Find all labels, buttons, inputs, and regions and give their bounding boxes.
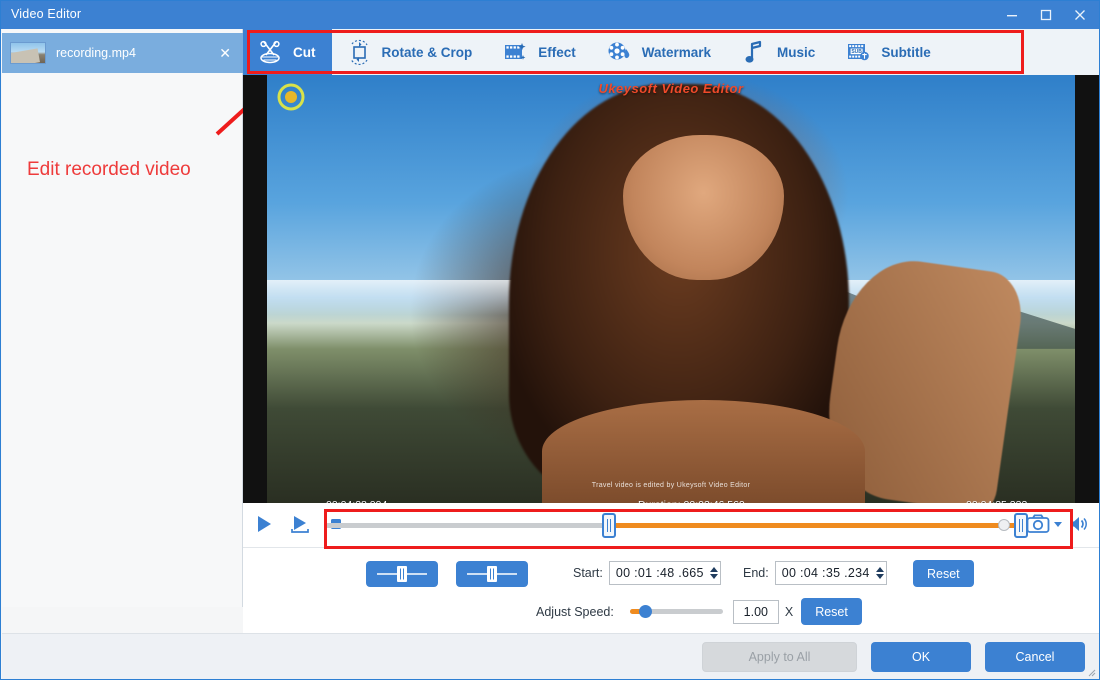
app-logo-icon <box>277 83 305 111</box>
slider-playhead[interactable] <box>998 519 1010 531</box>
close-icon <box>1075 10 1085 20</box>
slider-selection-range[interactable] <box>608 523 1020 528</box>
scissors-icon <box>255 37 285 67</box>
end-time-stepper[interactable] <box>875 566 884 580</box>
title-bar: Video Editor <box>1 1 1099 29</box>
tab-subtitle[interactable]: SUB Subtitle <box>831 29 947 75</box>
window-controls <box>995 1 1097 29</box>
tab-label: Music <box>777 44 816 60</box>
file-name-label: recording.mp4 <box>56 46 136 60</box>
chevron-down-icon[interactable] <box>1054 521 1062 527</box>
stepper-up-icon[interactable] <box>875 567 884 572</box>
tab-effect[interactable]: Effect <box>488 29 592 75</box>
tab-label: Effect <box>538 44 576 60</box>
end-time-input[interactable]: 00 :04 :35 .234 <box>774 561 887 585</box>
maximize-button[interactable] <box>1029 2 1063 28</box>
subtitle-icon: SUB <box>843 37 873 67</box>
video-thumbnail <box>10 42 46 64</box>
speed-value-input[interactable]: 1.00 <box>732 599 779 624</box>
stepper-down-icon[interactable] <box>875 574 884 579</box>
film-sparkle-icon <box>500 37 530 67</box>
tab-rotate-crop[interactable]: Rotate & Crop <box>332 29 489 75</box>
speed-unit-label: X <box>784 604 794 619</box>
adjust-speed-group: Adjust Speed: 1.00 X Reset <box>536 598 862 625</box>
cancel-button[interactable]: Cancel <box>985 642 1085 672</box>
play-selection-icon <box>291 516 309 533</box>
video-frame: Ukeysoft Video Editor Travel video is ed… <box>267 75 1075 503</box>
adjust-speed-label: Adjust Speed: <box>536 604 614 619</box>
start-time-label: Start: <box>573 566 603 580</box>
watermark-bottom-text: Travel video is edited by Ukeysoft Video… <box>591 482 751 489</box>
cut-controls-panel: Start: 00 :01 :48 .665 End: 00 :04 :35 .… <box>243 548 1099 633</box>
tab-label: Cut <box>293 44 316 60</box>
footer-buttons: Apply to All OK Cancel <box>702 642 1085 672</box>
end-time-field-group: End: 00 :04 :35 .234 <box>743 561 887 585</box>
crop-rotate-icon <box>344 37 374 67</box>
tab-music[interactable]: Music <box>727 29 831 75</box>
volume-button[interactable] <box>1064 510 1092 538</box>
end-time-label: End: <box>743 566 769 580</box>
stepper-up-icon[interactable] <box>709 567 718 572</box>
tab-watermark[interactable]: Watermark <box>592 29 727 75</box>
preview-tools <box>1024 510 1092 538</box>
tab-cut[interactable]: Cut <box>243 29 332 75</box>
start-time-field-group: Start: 00 :01 :48 .665 <box>573 561 721 585</box>
minimize-icon <box>1007 15 1017 17</box>
annotation-label: Edit recorded video <box>27 159 191 180</box>
start-time-input[interactable]: 00 :01 :48 .665 <box>608 561 721 585</box>
volume-icon <box>1070 517 1087 531</box>
speed-value: 1.00 <box>743 604 769 619</box>
start-time-stepper[interactable] <box>709 566 718 580</box>
music-note-icon <box>739 37 769 67</box>
video-editor-window: Video Editor recording.mp4 ✕ Edit record… <box>0 0 1100 680</box>
dialog-footer: Apply to All OK Cancel <box>2 633 1099 679</box>
svg-text:SUB: SUB <box>852 49 863 55</box>
media-list-panel: recording.mp4 ✕ Edit recorded video <box>2 29 243 607</box>
trim-slider[interactable] <box>326 511 1028 539</box>
reset-trim-button[interactable]: Reset <box>913 560 974 587</box>
set-end-marker-button[interactable] <box>456 561 528 587</box>
reset-speed-button[interactable]: Reset <box>801 598 862 625</box>
snapshot-button[interactable] <box>1024 510 1052 538</box>
play-button[interactable] <box>251 511 277 537</box>
editor-tab-bar: Cut Rotate & Crop Effect Watermark Music… <box>243 29 1099 75</box>
speed-slider-knob[interactable] <box>638 605 652 618</box>
speed-slider[interactable] <box>629 605 723 618</box>
ok-button[interactable]: OK <box>871 642 971 672</box>
end-time-value: 00 :04 :35 .234 <box>781 566 870 580</box>
split-marker-icon <box>467 566 517 582</box>
window-title: Video Editor <box>11 7 82 21</box>
start-time-value: 00 :01 :48 .665 <box>615 566 704 580</box>
transport-bar <box>243 503 1099 548</box>
apply-to-all-button[interactable]: Apply to All <box>702 642 857 672</box>
trim-start-handle[interactable] <box>602 513 616 538</box>
list-item[interactable]: recording.mp4 ✕ <box>2 33 243 73</box>
stepper-down-icon[interactable] <box>709 574 718 579</box>
watermark-icon <box>604 37 634 67</box>
set-start-marker-button[interactable] <box>366 561 438 587</box>
resize-grip-icon[interactable] <box>1086 667 1096 677</box>
split-marker-icon <box>377 566 427 582</box>
tab-label: Watermark <box>641 44 712 60</box>
close-button[interactable] <box>1063 2 1097 28</box>
watermark-top-text: Ukeysoft Video Editor <box>598 81 744 96</box>
maximize-icon <box>1040 9 1052 21</box>
remove-file-icon[interactable]: ✕ <box>215 46 235 60</box>
video-preview[interactable]: Ukeysoft Video Editor Travel video is ed… <box>243 75 1099 503</box>
camera-icon <box>1026 514 1050 533</box>
play-icon <box>258 516 271 532</box>
tab-label: Subtitle <box>881 44 931 60</box>
play-selection-button[interactable] <box>287 511 313 537</box>
minimize-button[interactable] <box>995 2 1029 28</box>
tab-label: Rotate & Crop <box>381 44 473 60</box>
